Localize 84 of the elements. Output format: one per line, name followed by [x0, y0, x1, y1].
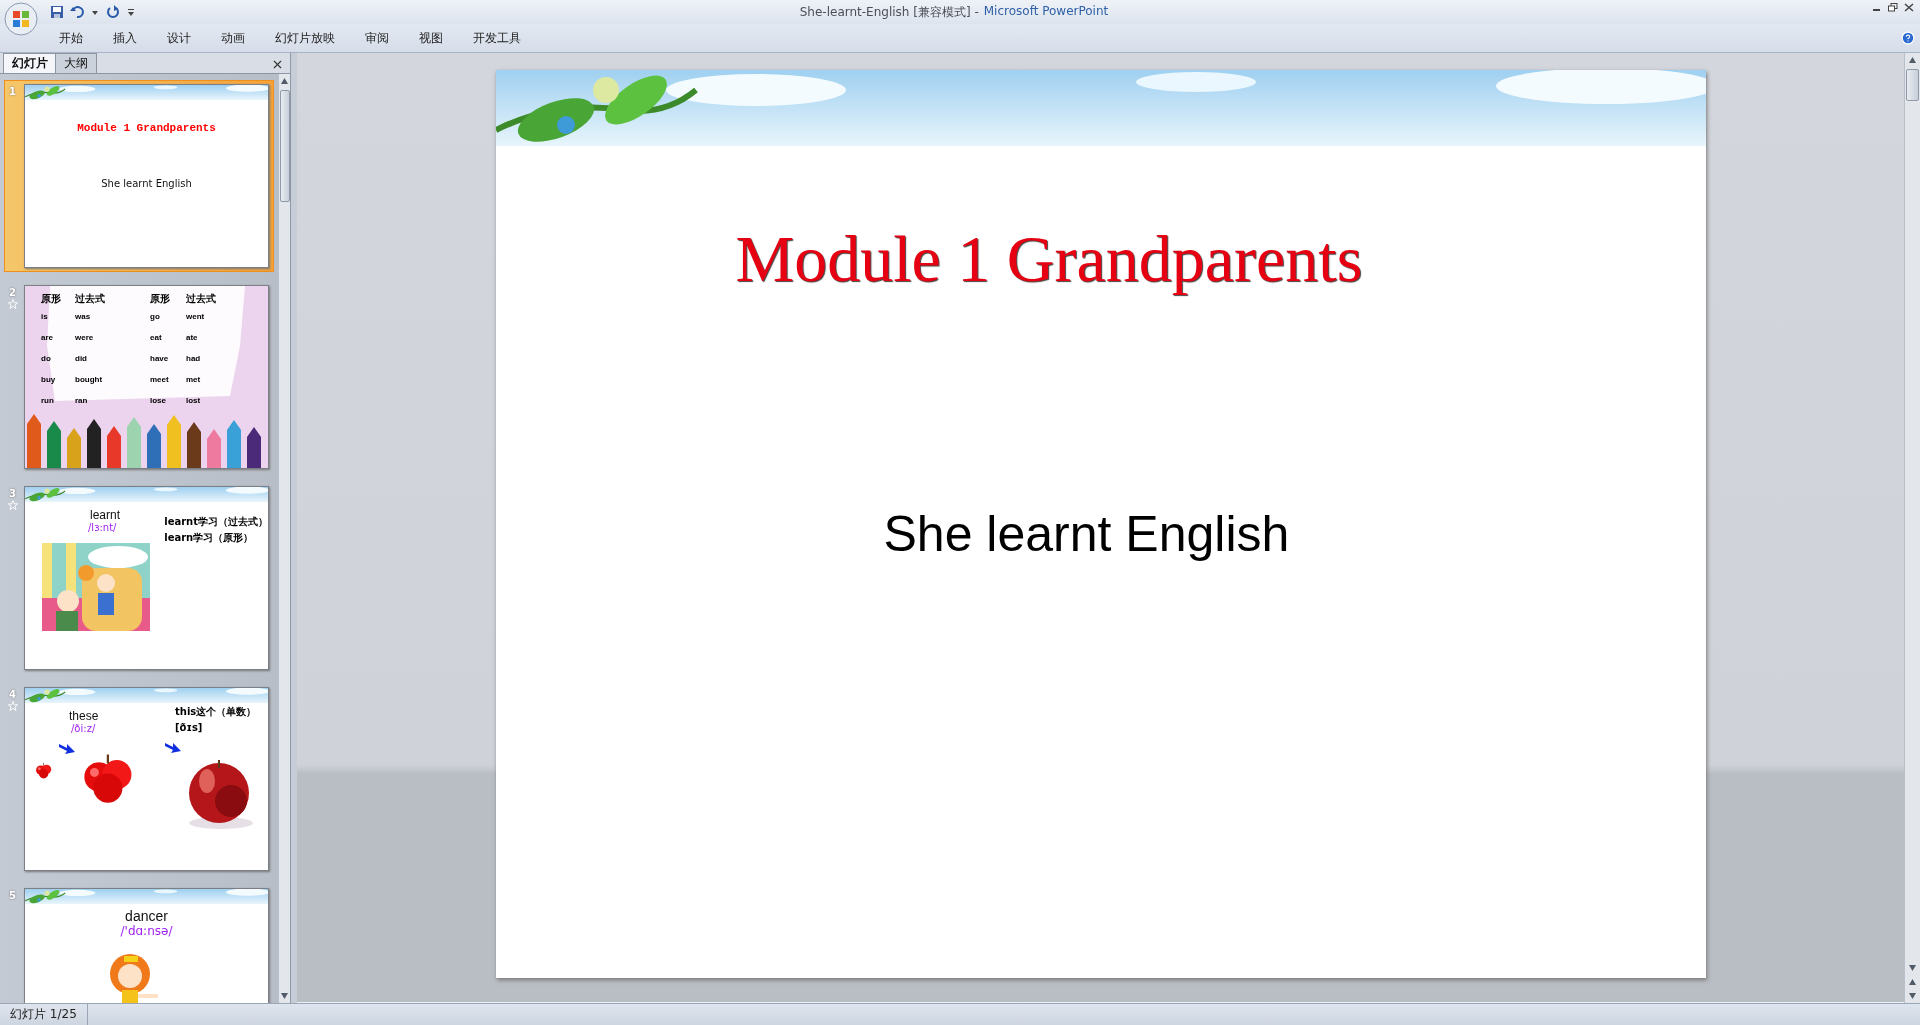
undo-icon[interactable]	[70, 5, 84, 19]
table-cell-text: were	[75, 333, 95, 342]
table-cell-text: meet	[150, 375, 170, 384]
table-cell-text: lost	[186, 396, 202, 405]
note-text: [ðɪs]	[175, 721, 203, 735]
table-cell-text: bought	[75, 375, 104, 384]
customize-caret-icon[interactable]	[126, 7, 136, 17]
table-cell-text: do	[41, 354, 52, 363]
table-cell-text: was	[75, 312, 92, 321]
slide-thumbnail-row[interactable]: 5 dancer /'dɑ:nsə/	[4, 884, 274, 1003]
arrow-icon	[165, 741, 181, 753]
table-cell-text: did	[75, 354, 88, 363]
slide-thumbnail[interactable]: dancer /'dɑ:nsə/	[24, 888, 269, 1003]
previous-slide-icon[interactable]	[1908, 978, 1917, 986]
ribbon-tab[interactable]: 审阅	[350, 29, 404, 47]
note-text: this这个（单数）	[175, 705, 257, 719]
table-cell-text: eat	[150, 333, 163, 342]
help-icon[interactable]	[1901, 31, 1915, 45]
slide-number: 3	[9, 488, 16, 499]
ribbon-tab[interactable]: 动画	[206, 29, 260, 47]
table-cell-text: are	[41, 333, 54, 342]
column-header: 原形	[150, 292, 171, 306]
vocabulary-word: dancer	[125, 908, 168, 924]
ribbon-tab[interactable]: 开发工具	[458, 29, 536, 47]
column-header: 原形	[41, 292, 62, 306]
table-cell-text: ate	[186, 333, 199, 342]
slide-thumbnail[interactable]: 原形 过去式 原形 过去式 is was go went are were eat ate do did have had buy bought meet met run ran lose lost	[24, 285, 269, 469]
note-text: learn学习（原形）	[164, 531, 254, 545]
column-header: 过去式	[186, 292, 217, 306]
slide-title: Module 1 Grandparents	[735, 221, 1363, 297]
save-icon[interactable]	[50, 5, 64, 19]
phonetic-text: /lɜ:nt/	[88, 522, 117, 533]
close-icon[interactable]	[1904, 3, 1914, 12]
scroll-thumb[interactable]	[1906, 69, 1919, 101]
table-cell-text: went	[186, 312, 206, 321]
next-slide-icon[interactable]	[1908, 992, 1917, 1000]
table-cell-text: had	[186, 354, 202, 363]
slide-number: 4	[9, 689, 16, 700]
slide-number: 5	[9, 890, 16, 901]
ribbon-tab[interactable]: 幻灯片放映	[260, 29, 350, 47]
slide-thumbnail[interactable]: learnt /lɜ:nt/ learnt学习（过去式） learn学习（原形）	[24, 486, 269, 670]
ribbon-tab[interactable]: 视图	[404, 29, 458, 47]
restore-icon[interactable]	[1888, 3, 1898, 12]
close-icon[interactable]	[271, 58, 284, 71]
table-cell-text: buy	[41, 375, 57, 384]
arrow-icon	[59, 742, 75, 754]
panel-tab[interactable]: 大纲	[55, 53, 97, 73]
redo-icon[interactable]	[106, 5, 120, 19]
app-name: Microsoft PowerPoint	[983, 3, 1109, 20]
scroll-thumb[interactable]	[279, 90, 290, 202]
scroll-up-icon[interactable]	[280, 77, 289, 85]
column-header: 过去式	[75, 292, 106, 306]
slide-subtitle: She learnt English	[101, 178, 192, 189]
slide-thumbnail-row[interactable]: 3 learnt /lɜ:nt/ learnt学习（过去式） learn学习（原形）	[4, 482, 274, 674]
window-title: She-learnt-English [兼容模式] -	[799, 3, 979, 21]
slide-thumbnail-row[interactable]: 2 原形 过去式 原形 过去式 is was go went are were eat ate do did have had buy bought meet met run ran lose lost	[4, 281, 274, 473]
slide-number: 1	[9, 86, 16, 97]
phonetic-text: /'dɑ:nsə/	[120, 924, 173, 938]
scroll-down-icon[interactable]	[1908, 964, 1917, 972]
slide-thumbnail-row[interactable]: 1 Module 1 Grandparents She learnt English	[4, 80, 274, 272]
panel-tab[interactable]: 幻灯片	[3, 53, 57, 73]
slide-subtitle: She learnt English	[883, 505, 1290, 563]
ribbon-tab[interactable]: 设计	[152, 29, 206, 47]
slide-indicator: 幻灯片 1/25	[0, 1004, 88, 1025]
table-cell-text: is	[41, 312, 49, 321]
slide-number: 2	[9, 287, 16, 298]
ribbon-tab[interactable]: 开始	[44, 29, 98, 47]
vocabulary-word: these	[69, 709, 99, 723]
vocabulary-word: learnt	[90, 508, 121, 522]
ribbon-tab[interactable]: 插入	[98, 29, 152, 47]
table-cell-text: lose	[150, 396, 167, 405]
table-cell-text: have	[150, 354, 170, 363]
table-cell-text: ran	[75, 396, 89, 405]
slide-thumbnail[interactable]: Module 1 Grandparents She learnt English	[24, 84, 269, 268]
scroll-up-icon[interactable]	[1908, 56, 1917, 64]
table-cell-text: met	[186, 375, 202, 384]
table-cell-text: go	[150, 312, 161, 321]
slide-title: Module 1 Grandparents	[77, 122, 216, 134]
table-cell-text: run	[41, 396, 55, 405]
slide-thumbnail-row[interactable]: 4 these /ði:z/ this这个（单数） [ðɪs]	[4, 683, 274, 875]
scroll-down-icon[interactable]	[280, 992, 289, 1000]
slide-thumbnail[interactable]: these /ði:z/ this这个（单数） [ðɪs]	[24, 687, 269, 871]
phonetic-text: /ði:z/	[71, 723, 96, 734]
note-text: learnt学习（过去式）	[164, 515, 268, 529]
